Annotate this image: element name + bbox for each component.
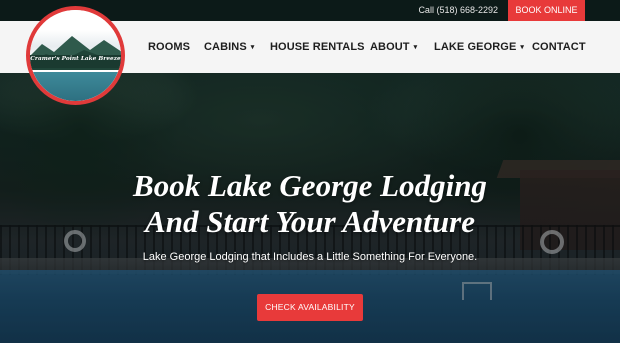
chevron-down-icon: ▾ [413,44,418,51]
nav-item-cabins[interactable]: CABINS ▾ [204,21,254,73]
nav-link-lake-george[interactable]: LAKE GEORGE ▾ [434,21,524,73]
nav-link-rooms[interactable]: ROOMS [148,21,190,73]
hero-headline-line-2: And Start Your Adventure [145,204,475,239]
hero-subline: Lake George Lodging that Includes a Litt… [142,251,478,263]
hero-headline-line-1: Book Lake George Lodging [133,168,487,203]
chevron-down-icon: ▾ [520,44,525,51]
nav-item-contact[interactable]: CONTACT [532,21,586,73]
nav-item-about[interactable]: ABOUT ▾ [370,21,417,73]
nav-label-lake-george: LAKE GEORGE [434,41,517,53]
phone-link[interactable]: Call (518) 668-2292 [418,0,498,21]
hero-headline: Book Lake George Lodging And Start Your … [0,168,620,240]
check-availability-button[interactable]: CHECK AVAILABILITY [257,294,363,321]
nav-link-about[interactable]: ABOUT ▾ [370,21,417,73]
nav-label-about: ABOUT [370,41,410,53]
nav-label-cabins: CABINS [204,41,247,53]
book-online-button[interactable]: BOOK ONLINE [508,0,585,21]
nav-link-cabins[interactable]: CABINS ▾ [204,21,254,73]
logo-text: Cramer's Point Lake Breeze [30,56,121,62]
nav-link-house-rentals[interactable]: HOUSE RENTALS [270,21,365,73]
nav-item-lake-george[interactable]: LAKE GEORGE ▾ [434,21,524,73]
nav-link-contact[interactable]: CONTACT [532,21,586,73]
logo-water [30,72,121,101]
nav-item-house-rentals[interactable]: HOUSE RENTALS [270,21,365,73]
chevron-down-icon: ▾ [250,44,255,51]
site-logo[interactable]: Cramer's Point Lake Breeze [26,6,125,105]
nav-item-rooms[interactable]: ROOMS [148,21,190,73]
